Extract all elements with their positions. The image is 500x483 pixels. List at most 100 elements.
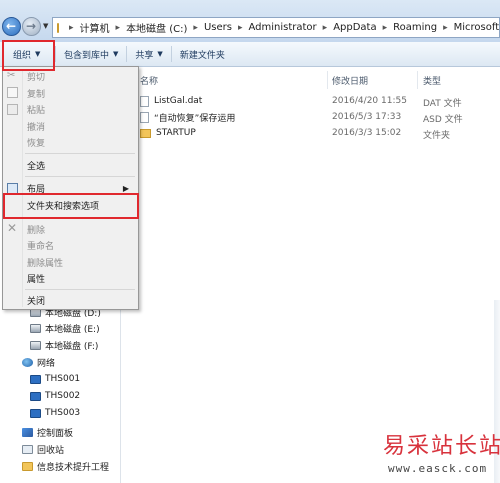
share-label: 共享 [135, 50, 154, 61]
file-type: ASD 文件 [423, 115, 463, 125]
nav-label: 本地磁盘 (E:) [45, 324, 100, 335]
nav-label: 信息技术提升工程 [37, 462, 110, 473]
recycle-bin-icon [22, 444, 33, 454]
file-icon [140, 95, 149, 107]
menu-item-delete[interactable]: 删除 [27, 221, 45, 237]
chevron-right-icon[interactable]: ▸ [443, 23, 448, 33]
nav-label: THS003 [45, 408, 81, 418]
nav-item-ths003[interactable]: THS003 [30, 405, 80, 421]
forward-button[interactable]: → [22, 17, 41, 36]
nav-label: THS001 [45, 374, 81, 384]
column-header-name[interactable]: 名称 [140, 71, 158, 89]
computer-icon [30, 374, 41, 384]
nav-item-ths002[interactable]: THS002 [30, 388, 80, 404]
menu-item-close[interactable]: 关闭 [27, 292, 45, 308]
include-library-label: 包含到库中 [64, 50, 110, 61]
file-name: “自动恢复”保存运用 [154, 113, 236, 124]
file-name: ListGal.dat [154, 96, 203, 106]
menu-separator [25, 176, 135, 177]
watermark-title: 易采站长站 [383, 434, 500, 459]
nav-item-network[interactable]: 网络 [22, 354, 55, 370]
column-header-modified[interactable]: 修改日期 [332, 71, 368, 89]
menu-item-undo[interactable]: 撤消 [27, 118, 45, 134]
address-bar[interactable]: ▸ 计算机 ▸ 本地磁盘 (C:) ▸ Users ▸ Administrato… [52, 17, 500, 38]
nav-label: 控制面板 [37, 428, 74, 439]
drive-icon [30, 323, 41, 333]
watermark-url: www.easck.com [388, 462, 488, 475]
highlight-box-organize [2, 40, 55, 71]
menu-item-paste[interactable]: 粘贴 [27, 101, 45, 117]
nav-label: 回收站 [37, 445, 65, 456]
nav-item-recycle-bin[interactable]: 回收站 [22, 441, 64, 457]
back-arrow-icon: ← [6, 19, 17, 33]
menu-item-redo[interactable]: 恢复 [27, 134, 45, 150]
chevron-right-icon[interactable]: ▸ [193, 23, 198, 33]
breadcrumb-drive-c[interactable]: 本地磁盘 (C:) [126, 20, 187, 35]
back-button[interactable]: ← [2, 17, 21, 36]
nav-label: THS002 [45, 391, 81, 401]
nav-item-folder[interactable]: 信息技术提升工程 [22, 458, 109, 474]
nav-item-control-panel[interactable]: 控制面板 [22, 424, 73, 440]
toolbar-divider [170, 46, 172, 62]
drive-icon [30, 340, 41, 350]
control-panel-icon [22, 427, 33, 437]
column-divider[interactable] [327, 71, 328, 89]
copy-icon [7, 87, 18, 98]
file-icon [140, 111, 149, 123]
paste-icon [7, 104, 18, 115]
breadcrumb-appdata[interactable]: AppData [333, 22, 376, 33]
menu-item-select-all[interactable]: 全选 [27, 157, 45, 173]
file-type: DAT 文件 [423, 99, 462, 109]
highlight-box-folder-options [3, 193, 139, 219]
chevron-right-icon[interactable]: ▸ [116, 23, 121, 33]
menu-gutter [22, 69, 23, 307]
file-name: STARTUP [156, 128, 196, 138]
table-row[interactable]: “自动恢复”保存运用 [140, 109, 235, 125]
include-in-library-button[interactable]: 包含到库中 ▼ [58, 44, 124, 65]
file-list: 名称 修改日期 类型 ListGal.dat 2016/4/20 11:55 D… [121, 67, 500, 483]
menu-separator [25, 153, 135, 154]
toolbar-divider [126, 46, 128, 62]
file-type: 文件夹 [423, 131, 451, 141]
file-modified: 2016/3/3 15:02 [332, 128, 402, 138]
breadcrumb-computer[interactable]: 计算机 [80, 20, 110, 35]
table-row[interactable]: STARTUP [140, 125, 196, 141]
chevron-right-icon[interactable]: ▸ [69, 23, 74, 33]
dropdown-arrow-icon: ▼ [113, 50, 119, 58]
menu-item-properties[interactable]: 属性 [27, 270, 45, 286]
chevron-right-icon[interactable]: ▸ [383, 23, 388, 33]
computer-icon [30, 408, 41, 418]
breadcrumb-microsoft[interactable]: Microsoft [454, 22, 500, 33]
nav-label: 网络 [37, 358, 56, 369]
network-icon [22, 357, 33, 367]
forward-arrow-icon: → [26, 19, 37, 33]
nav-item-ths001[interactable]: THS001 [30, 371, 80, 387]
table-row[interactable]: ListGal.dat [140, 93, 202, 109]
menu-item-rename[interactable]: 重命名 [27, 237, 54, 253]
delete-icon: ✕ [7, 221, 18, 235]
organize-menu: ✂ 剪切 复制 粘贴 撤消 恢复 全选 布局 ▶ 文件夹和搜索选项 ✕ 删除 重… [2, 66, 139, 310]
menu-item-remove-properties[interactable]: 删除属性 [27, 254, 63, 270]
file-modified: 2016/4/20 11:55 [332, 96, 407, 106]
new-folder-button[interactable]: 新建文件夹 [174, 44, 231, 65]
submenu-arrow-icon: ▶ [122, 183, 129, 193]
breadcrumb-administrator[interactable]: Administrator [248, 22, 316, 33]
nav-item-drive-e[interactable]: 本地磁盘 (E:) [30, 320, 100, 336]
chevron-right-icon[interactable]: ▸ [323, 23, 328, 33]
toolbar-divider [55, 46, 56, 62]
nav-item-drive-f[interactable]: 本地磁盘 (F:) [30, 337, 98, 353]
folder-icon [140, 128, 151, 138]
column-divider[interactable] [417, 71, 418, 89]
column-header-type[interactable]: 类型 [423, 71, 441, 89]
history-dropdown-icon[interactable]: ▼ [43, 22, 48, 30]
cut-icon: ✂ [7, 70, 16, 81]
title-bar: ← → ▼ ▸ 计算机 ▸ 本地磁盘 (C:) ▸ Users ▸ Admini… [0, 0, 500, 42]
share-button[interactable]: 共享 ▼ [129, 44, 168, 65]
computer-icon [30, 391, 41, 401]
menu-item-copy[interactable]: 复制 [27, 85, 45, 101]
breadcrumb-roaming[interactable]: Roaming [393, 22, 437, 33]
chevron-right-icon[interactable]: ▸ [238, 23, 243, 33]
nav-label: 本地磁盘 (F:) [45, 341, 99, 352]
breadcrumb-users[interactable]: Users [204, 22, 232, 33]
folder-icon [22, 461, 33, 471]
